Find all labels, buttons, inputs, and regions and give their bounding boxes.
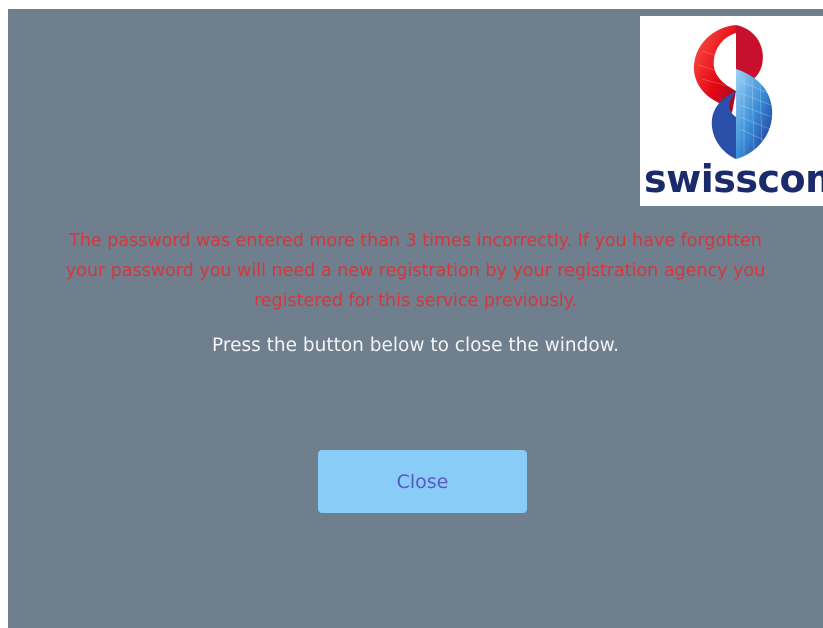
error-message: The password was entered more than 3 tim… <box>8 226 823 316</box>
error-line: your password you will need a new regist… <box>65 261 766 281</box>
error-dialog: swisscom The password was entered more t… <box>8 9 823 628</box>
swisscom-logo: swisscom <box>640 16 823 206</box>
swisscom-lifeform-icon <box>693 25 773 159</box>
close-button[interactable]: Close <box>318 450 527 513</box>
instruction-text: Press the button below to close the wind… <box>212 335 619 356</box>
logo-wordmark: swisscom <box>644 157 823 201</box>
error-line: registered for this service previously. <box>253 291 577 311</box>
error-line: The password was entered more than 3 tim… <box>69 231 762 251</box>
